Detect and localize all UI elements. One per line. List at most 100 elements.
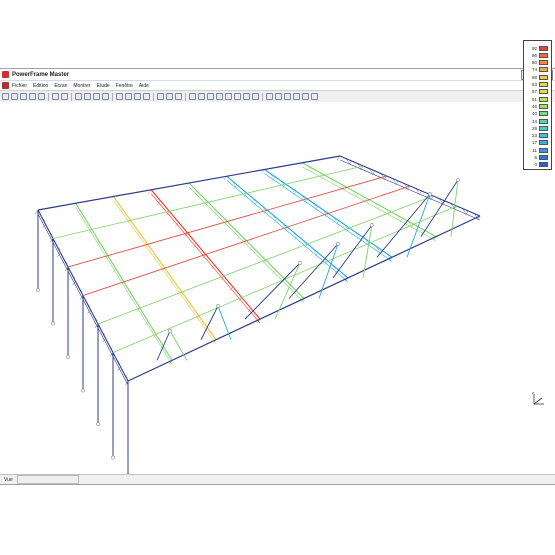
list-icon[interactable] (75, 93, 82, 100)
truss-diagonal[interactable] (246, 302, 250, 308)
export-icon[interactable] (302, 93, 309, 100)
new-file-icon[interactable] (2, 93, 9, 100)
menu-fichier[interactable]: Fichier (12, 83, 27, 89)
calc-icon[interactable] (266, 93, 273, 100)
structure-model[interactable] (0, 102, 555, 493)
v-brace[interactable] (376, 193, 431, 258)
v-brace[interactable] (244, 262, 301, 320)
rotate-icon[interactable] (125, 93, 132, 100)
pan-icon[interactable] (175, 93, 182, 100)
roof-purlin[interactable] (67, 175, 387, 268)
truss-diagonal[interactable] (117, 202, 121, 207)
toolbar-separator (262, 92, 263, 101)
roof-truss-chord[interactable] (151, 193, 261, 324)
truss-diagonal[interactable] (209, 259, 214, 264)
grid-alt-icon[interactable] (102, 93, 109, 100)
grid-icon[interactable] (93, 93, 100, 100)
support-node[interactable] (168, 329, 172, 333)
legend-entry: 17 (527, 140, 550, 146)
truss-diagonal[interactable] (151, 250, 156, 255)
zoom-fit-icon[interactable] (143, 93, 150, 100)
support-node[interactable] (66, 355, 70, 359)
preview-icon[interactable] (38, 93, 45, 100)
menu-bar: Fichier Edition Ecran Montrer Etude Fenê… (0, 81, 555, 90)
truss-diagonal[interactable] (228, 281, 232, 286)
roof-truss-chord[interactable] (113, 200, 217, 344)
truss-diagonal[interactable] (177, 285, 181, 291)
roof-purlin[interactable] (52, 165, 364, 239)
report-icon[interactable] (293, 93, 300, 100)
table-icon[interactable] (284, 93, 291, 100)
text-icon[interactable] (84, 93, 91, 100)
zoom-out-icon[interactable] (134, 93, 141, 100)
load-icon[interactable] (234, 93, 241, 100)
legend-entry: 40 (527, 111, 550, 117)
truss-diagonal[interactable] (194, 309, 198, 315)
document-icon[interactable] (2, 82, 9, 89)
menu-ecran[interactable]: Ecran (54, 83, 67, 89)
roof-purlin[interactable] (97, 195, 434, 325)
legend-swatch (539, 125, 548, 131)
truss-diagonal[interactable] (160, 262, 164, 267)
truss-diagonal[interactable] (155, 195, 159, 200)
menu-edition[interactable]: Edition (33, 83, 48, 89)
doc-icon[interactable] (311, 93, 318, 100)
truss-diagonal[interactable] (182, 227, 187, 232)
truss-diagonal[interactable] (191, 238, 196, 243)
print-icon[interactable] (29, 93, 36, 100)
support-node[interactable] (81, 388, 85, 393)
truss-diagonal[interactable] (126, 214, 130, 219)
v-brace[interactable] (169, 330, 188, 361)
view-icon[interactable] (189, 93, 196, 100)
truss-diagonal[interactable] (168, 273, 173, 279)
node-g-alt-icon[interactable] (166, 93, 173, 100)
support-node[interactable] (216, 304, 220, 308)
save-icon[interactable] (20, 93, 27, 100)
truss-diagonal[interactable] (164, 205, 169, 211)
v-brace[interactable] (156, 330, 171, 361)
menu-montrer[interactable]: Montrer (73, 83, 90, 89)
legend-value: 0 (534, 162, 537, 168)
3d-viewport[interactable] (0, 102, 555, 493)
support-node[interactable] (370, 223, 374, 227)
menu-etude[interactable]: Etude (97, 83, 110, 89)
truss-diagonal[interactable] (211, 333, 215, 338)
beam-icon[interactable] (198, 93, 205, 100)
truss-diagonal[interactable] (237, 292, 241, 297)
redo-icon[interactable] (61, 93, 68, 100)
truss-diagonal[interactable] (134, 226, 139, 231)
support-node[interactable] (336, 242, 340, 246)
truss-icon[interactable] (216, 93, 223, 100)
support-node[interactable] (456, 178, 460, 182)
support-node[interactable] (298, 261, 302, 265)
v-brace[interactable] (362, 224, 373, 278)
node-g-icon[interactable] (157, 93, 164, 100)
legend-value: 57 (531, 89, 537, 95)
undo-icon[interactable] (52, 93, 59, 100)
roof-purlin[interactable] (82, 185, 411, 296)
column-icon[interactable] (207, 93, 214, 100)
section-icon[interactable] (225, 93, 232, 100)
v-brace[interactable] (217, 305, 232, 340)
support-node[interactable] (51, 321, 55, 326)
legend-value: 40 (531, 111, 537, 117)
truss-diagonal[interactable] (203, 321, 207, 326)
zoom-in-icon[interactable] (116, 93, 123, 100)
open-file-icon[interactable] (11, 93, 18, 100)
truss-diagonal[interactable] (219, 270, 223, 275)
support-node[interactable] (96, 422, 100, 426)
support-node[interactable] (428, 192, 432, 196)
truss-diagonal[interactable] (173, 216, 178, 221)
check-icon[interactable] (252, 93, 259, 100)
roof-truss-chord[interactable] (75, 207, 173, 365)
menu-aide[interactable]: Aide (139, 83, 149, 89)
truss-diagonal[interactable] (200, 248, 205, 254)
results-icon[interactable] (275, 93, 282, 100)
support-node[interactable] (111, 455, 115, 460)
truss-diagonal[interactable] (255, 313, 259, 318)
support-node[interactable] (36, 288, 40, 292)
menu-fenetre[interactable]: Fenêtre (116, 83, 133, 89)
truss-diagonal[interactable] (185, 297, 190, 303)
truss-diagonal[interactable] (143, 238, 147, 243)
support-icon[interactable] (243, 93, 250, 100)
